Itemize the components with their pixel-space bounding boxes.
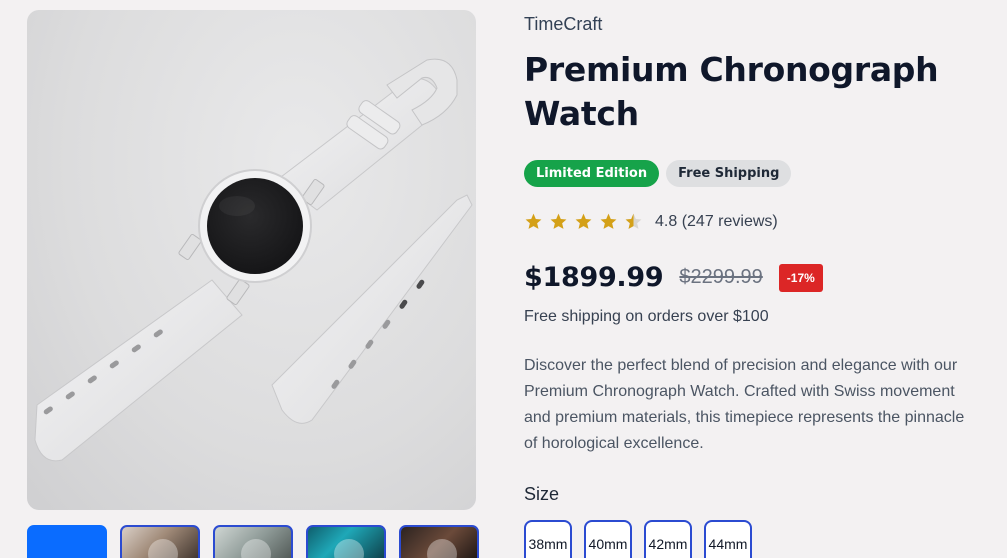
limited-edition-badge: Limited Edition (524, 160, 660, 187)
star-full-icon (600, 213, 617, 229)
white-smartwatch-image (34, 58, 473, 462)
thumbnail-active[interactable] (27, 525, 107, 558)
thumbnail-strip (27, 525, 479, 558)
original-price: $2299.99 (679, 266, 763, 288)
star-full-icon (525, 213, 542, 229)
watch-thumbnail-icon (427, 539, 457, 558)
product-title: Premium Chronograph Watch (524, 50, 939, 133)
badge-row: Limited Edition Free Shipping (524, 160, 792, 187)
star-full-icon (575, 213, 592, 229)
size-option-44mm[interactable]: 44mm (704, 520, 752, 558)
star-half-icon (625, 213, 642, 229)
rating-stars (524, 212, 643, 231)
watch-on-wrist-thumbnail[interactable] (120, 525, 200, 558)
shipping-note: Free shipping on orders over $100 (524, 308, 769, 325)
watch-thumbnail-icon (148, 539, 178, 558)
product-page: TimeCraft Premium Chronograph Watch Limi… (0, 0, 1007, 558)
price-row: $1899.99 $2299.99 -17% (524, 262, 823, 293)
brand-name[interactable]: TimeCraft (524, 14, 602, 35)
product-description: Discover the perfect blend of precision … (524, 357, 965, 452)
watch-dark-thumbnail[interactable] (399, 525, 479, 558)
watch-thumbnail-icon (241, 539, 271, 558)
rating-text[interactable]: 4.8 (247 reviews) (655, 213, 778, 231)
smartwatch-thumbnail[interactable] (213, 525, 293, 558)
free-shipping-badge: Free Shipping (666, 160, 792, 187)
size-option-40mm[interactable]: 40mm (584, 520, 632, 558)
current-price: $1899.99 (524, 262, 664, 293)
main-product-image[interactable] (27, 10, 476, 510)
star-full-icon (550, 213, 567, 229)
size-option-38mm[interactable]: 38mm (524, 520, 572, 558)
discount-badge: -17% (778, 263, 823, 292)
size-option-42mm[interactable]: 42mm (644, 520, 692, 558)
rating: 4.8 (247 reviews) (524, 212, 778, 231)
watch-thumbnail-icon (334, 539, 364, 558)
size-options: 38mm 40mm 42mm 44mm (524, 520, 752, 558)
chronograph-teal-thumbnail[interactable] (306, 525, 386, 558)
size-label: Size (524, 484, 560, 504)
